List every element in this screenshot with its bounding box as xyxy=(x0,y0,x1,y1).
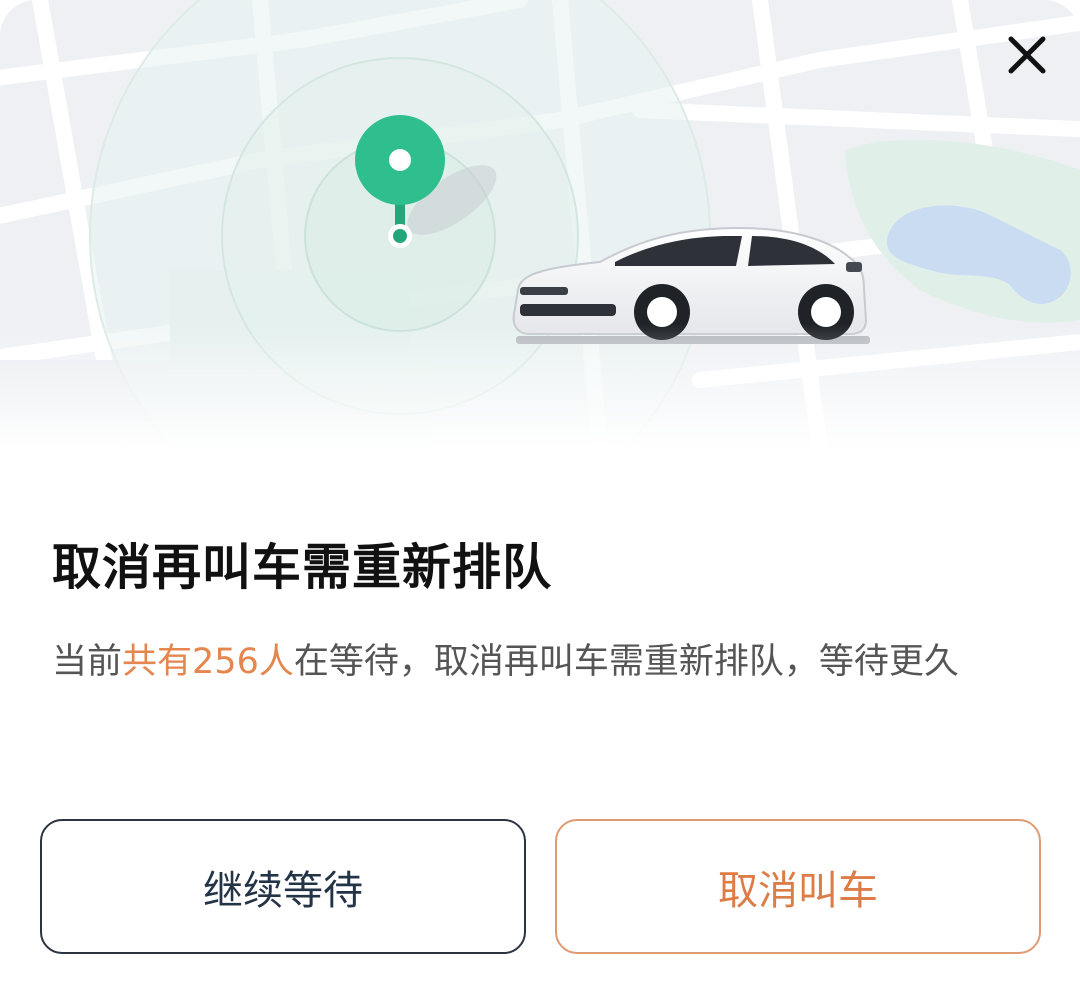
map-fade-overlay xyxy=(0,0,1080,450)
waiting-count-highlight: 共有256人 xyxy=(122,642,294,682)
dialog-title: 取消再叫车需重新排队 xyxy=(52,539,553,596)
cancel-ride-dialog: 取消再叫车需重新排队 当前共有256人在等待，取消再叫车需重新排队，等待更久 继… xyxy=(0,0,1080,994)
continue-waiting-button[interactable]: 继续等待 xyxy=(40,819,526,954)
continue-waiting-label: 继续等待 xyxy=(203,867,363,914)
message-suffix: 在等待，取消再叫车需重新排队，等待更久 xyxy=(293,642,959,682)
message-prefix: 当前 xyxy=(52,642,123,682)
cancel-ride-label: 取消叫车 xyxy=(718,867,878,914)
waiting-count: 256 xyxy=(192,642,259,682)
close-icon xyxy=(1008,36,1046,74)
map-illustration xyxy=(0,0,1080,450)
cancel-ride-button[interactable]: 取消叫车 xyxy=(555,819,1041,954)
dialog-message: 当前共有256人在等待，取消再叫车需重新排队，等待更久 xyxy=(52,636,1032,688)
close-button[interactable] xyxy=(995,22,1059,86)
highlight-prefix: 共有 xyxy=(122,642,193,682)
highlight-suffix: 人 xyxy=(258,642,294,682)
